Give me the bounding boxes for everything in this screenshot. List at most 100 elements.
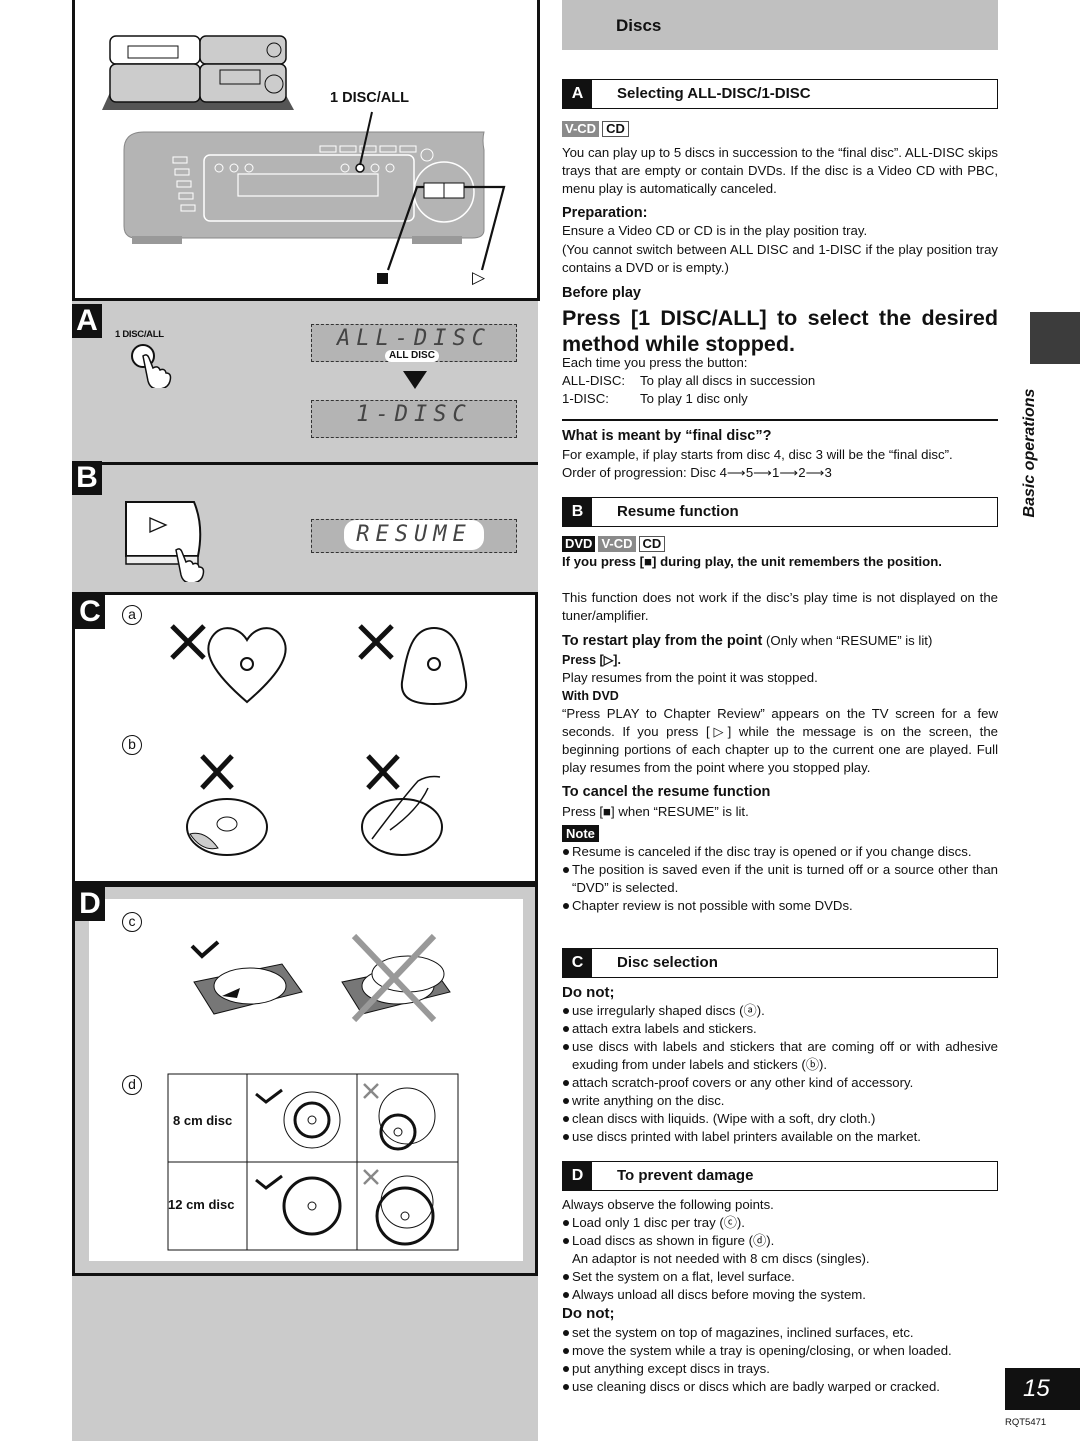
section-header-d: D To prevent damage [562,1161,998,1191]
list-item: set the system on top of magazines, incl… [562,1324,998,1342]
illustration-letter-a: A [72,304,102,338]
cross-icon [366,754,400,790]
list-item: clean discs with liquids. (Wipe with a s… [562,1110,998,1128]
order-of-progression: Order of progression: Disc 4⟶5⟶1⟶2⟶3 [562,465,832,480]
callout-1disc-all-label: 1 DISC/ALL [330,90,409,106]
mode-key: ALL-DISC: [562,373,626,388]
with-dvd-heading: With DVD [562,689,619,703]
disc-type-badges-b: DVD V-CD CD [562,535,668,553]
oval-shaped-disc [400,626,468,706]
restart-heading-row: To restart play from the point (Only whe… [562,632,998,650]
resume-lead: If you press [■] during play, the unit r… [562,554,942,569]
disc-with-adhesive [361,798,443,856]
prevent-damage-list: Load only 1 disc per tray (ⓒ). Load disc… [562,1214,998,1304]
before-play-heading: Before play [562,285,641,301]
section-letter-b: B [563,498,592,526]
chapter-label: Basic operations [1021,388,1038,518]
lcd-text-1-disc: 1-DISC [356,402,472,427]
note-badge: Note [562,825,599,842]
mode-row-1-disc: 1-DISC: To play 1 disc only [562,390,998,408]
list-item: Load discs as shown in figure (ⓓ). [562,1232,998,1250]
cross-icon [170,624,206,660]
mode-desc: To play 1 disc only [640,391,748,406]
section-header-a: A Selecting ALL-DISC/1-DISC [562,79,998,109]
mini-system-deck-top-right [199,35,287,65]
play-icon: ▷ [472,268,486,287]
preparation-heading: Preparation: [562,205,648,221]
do-not-heading-c: Do not; [562,984,615,1001]
table-row-12cm-label: 12 cm disc [168,1197,235,1212]
list-item: use cleaning discs or discs which are ba… [562,1378,998,1396]
restart-heading: To restart play from the point [562,633,763,649]
cross-icon [200,754,234,790]
disc-selection-list: use irregularly shaped discs (ⓐ). attach… [562,1002,998,1146]
list-item: Always unload all discs before moving th… [562,1286,998,1304]
with-dvd-text: “Press PLAY to Chapter Review” appears o… [562,706,998,775]
stereo-unit-illustration [102,35,506,271]
prevent-damage-intro: Always observe the following points. [562,1197,774,1212]
preparation-text-2: (You cannot switch between ALL DISC and … [562,242,998,275]
badge-vcd: V-CD [598,536,636,552]
section-title-b: Resume function [617,503,739,520]
note-item: Resume is canceled if the disc tray is o… [562,843,998,861]
list-item: Load only 1 disc per tray (ⓒ). [562,1214,998,1232]
resume-text: Play resumes from the point it was stopp… [562,670,818,685]
button-label-1disc-all: 1 DISC/ALL [115,329,164,340]
divider [562,419,998,421]
disc-loading-illustrations [167,933,459,1251]
press-play-instruction: Press [▷]. [562,653,621,667]
preparation-text-1: Ensure a Video CD or CD is in the play p… [562,223,868,238]
section-title-a: Selecting ALL-DISC/1-DISC [617,85,811,102]
restart-condition: (Only when “RESUME” is lit) [766,633,933,648]
list-item: move the system while a tray is opening/… [562,1342,998,1360]
illustration-letter-b: B [72,461,102,495]
main-instruction: Press [1 DISC/ALL] to select the desired… [562,306,998,356]
mode-row-all-disc: ALL-DISC: To play all discs in succession [562,372,998,390]
cross-icon [358,624,394,660]
document-code: RQT5471 [1005,1417,1047,1428]
stop-icon [377,273,388,284]
section-title-c: Disc selection [617,954,718,971]
badge-cd: CD [638,536,666,552]
note-item: The position is saved even if the unit i… [562,861,998,897]
lcd-text-resume: RESUME [344,520,484,550]
note-item: Chapter review is not possible with some… [562,897,998,915]
disc-with-peeling-label [186,798,268,856]
badge-cd: CD [602,121,629,137]
section-letter-a: A [563,80,592,108]
section-a-intro: You can play up to 5 discs in succession… [562,145,998,196]
list-item: put anything except discs in trays. [562,1360,998,1378]
mini-system-deck-top-left [109,35,201,65]
list-item: write anything on the disc. [562,1092,998,1110]
list-item: attach scratch-proof covers or any other… [562,1074,998,1092]
cancel-resume-heading: To cancel the resume function [562,784,771,800]
section-letter-d: D [563,1162,592,1190]
list-item: use irregularly shaped discs (ⓐ). [562,1002,998,1020]
section-title-d: To prevent damage [617,1167,754,1184]
table-row-8cm-label: 8 cm disc [173,1113,233,1128]
do-not-list-d: set the system on top of magazines, incl… [562,1324,998,1396]
list-item: use discs with labels and stickers that … [562,1038,998,1074]
play-button-press-illustration [125,501,205,582]
hand-pressing-button-icon [131,344,172,388]
mini-system-deck-bottom-left [109,63,201,103]
section-header-c: C Disc selection [562,948,998,978]
lcd-indicator-all-disc: ALL DISC [385,350,439,362]
do-not-heading-d: Do not; [562,1305,615,1322]
final-disc-text: For example, if play starts from disc 4,… [562,447,953,462]
final-disc-heading: What is meant by “final disc”? [562,428,772,444]
list-item: use discs printed with label printers av… [562,1128,998,1146]
heart-shaped-disc [207,627,287,704]
resume-lead-note: This function does not work if the disc’… [562,590,998,623]
disc-type-badges-a: V-CD CD [562,120,632,138]
adaptor-note: An adaptor is not needed with 8 cm discs… [572,1251,870,1266]
chapter-tab [1030,312,1080,364]
each-time-text: Each time you press the button: [562,355,748,370]
mode-key: 1-DISC: [562,391,609,406]
badge-dvd: DVD [562,536,596,552]
disc-all-button-dot [355,163,365,173]
lcd-display-resume: RESUME [311,519,517,553]
section-letter-c: C [563,949,592,977]
lcd-text-all-disc: ALL-DISC [337,326,491,351]
irregular-disc-illustrations [170,624,468,856]
